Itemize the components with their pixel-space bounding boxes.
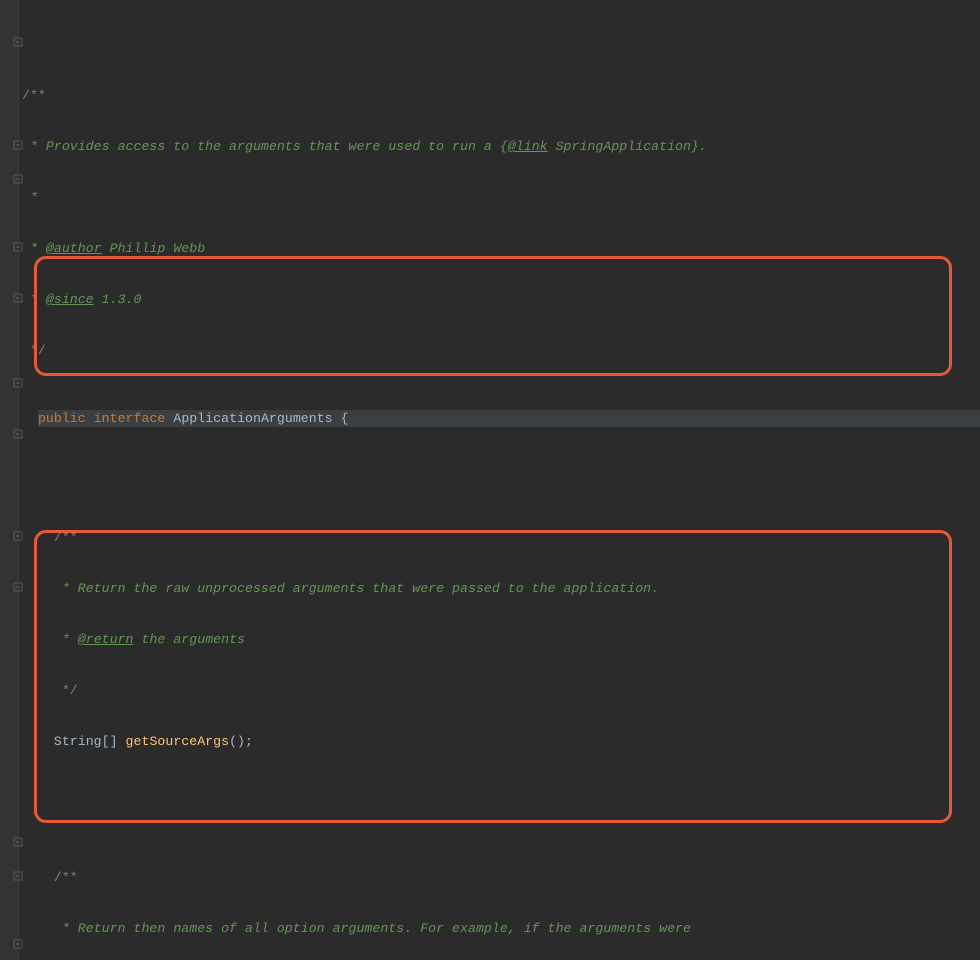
javadoc-tag: @link <box>508 139 548 154</box>
fold-toggle-icon[interactable] <box>13 106 23 116</box>
doc-line: * Return the raw unprocessed arguments t… <box>54 581 659 596</box>
javadoc-tag: @return <box>78 632 134 647</box>
fold-toggle-icon[interactable] <box>13 548 23 558</box>
doc-line: 1.3.0 <box>94 292 142 307</box>
fold-toggle-icon[interactable] <box>13 3 23 13</box>
doc-line: * <box>22 241 46 256</box>
highlight-box <box>34 530 952 823</box>
fold-toggle-icon[interactable] <box>13 395 23 405</box>
javadoc-tag: @author <box>46 241 102 256</box>
fold-toggle-icon[interactable] <box>13 140 23 150</box>
sig-rest: (); <box>229 734 253 749</box>
doc-line: * <box>54 632 78 647</box>
fold-toggle-icon[interactable] <box>13 208 23 218</box>
return-type: String[] <box>54 734 126 749</box>
brace: { <box>333 411 349 426</box>
javadoc-tag: @since <box>46 292 94 307</box>
keyword: public <box>38 411 86 426</box>
method-name: getSourceArgs <box>126 734 230 749</box>
doc-line: * Return then names of all option argume… <box>54 921 691 936</box>
doc-start: /** <box>22 88 46 103</box>
fold-toggle-icon[interactable] <box>13 837 23 847</box>
doc-line: the arguments <box>134 632 246 647</box>
type-name: ApplicationArguments <box>173 411 332 426</box>
doc-start: /** <box>54 530 78 545</box>
doc-line: * Provides access to the arguments that … <box>22 139 508 154</box>
doc-end: */ <box>22 343 46 358</box>
code-editor[interactable]: /** * Provides access to the arguments t… <box>0 0 980 960</box>
fold-toggle-icon[interactable] <box>13 905 23 915</box>
interface-declaration: public interface ApplicationArguments { <box>38 410 980 427</box>
fold-toggle-icon[interactable] <box>13 803 23 813</box>
keyword: interface <box>94 411 166 426</box>
fold-toggle-icon[interactable] <box>13 497 23 507</box>
doc-start: /** <box>54 870 78 885</box>
fold-toggle-icon[interactable] <box>13 344 23 354</box>
fold-toggle-icon[interactable] <box>13 259 23 269</box>
doc-line: Phillip Webb <box>102 241 206 256</box>
doc-line: SpringApplication}. <box>548 139 707 154</box>
doc-line: * <box>22 292 46 307</box>
doc-end: */ <box>54 683 78 698</box>
